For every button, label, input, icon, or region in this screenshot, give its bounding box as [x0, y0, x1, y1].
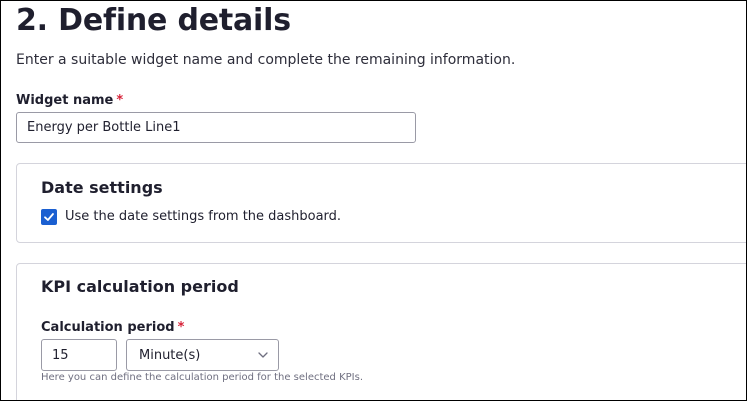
calculation-period-label: Calculation period * — [41, 320, 184, 335]
chevron-down-icon — [258, 352, 268, 358]
use-dashboard-dates-checkbox[interactable] — [41, 209, 57, 225]
calculation-period-label-text: Calculation period — [41, 320, 175, 335]
widget-name-input[interactable] — [16, 112, 416, 143]
page-subtitle: Enter a suitable widget name and complet… — [16, 52, 516, 68]
date-settings-title: Date settings — [41, 178, 163, 197]
widget-name-label: Widget name * — [16, 93, 123, 108]
define-details-step: 2. Define details Enter a suitable widge… — [0, 0, 747, 401]
date-settings-card: Date settings Use the date settings from… — [16, 163, 746, 243]
calculation-period-unit-select[interactable]: Minute(s) — [126, 339, 279, 371]
kpi-calculation-period-card: KPI calculation period Calculation perio… — [16, 263, 746, 400]
required-marker: * — [177, 320, 185, 335]
widget-name-label-text: Widget name — [16, 93, 114, 108]
page-title: 2. Define details — [16, 3, 291, 38]
kpi-period-title: KPI calculation period — [41, 277, 239, 296]
unit-select-value: Minute(s) — [139, 348, 201, 363]
required-marker: * — [116, 93, 124, 108]
use-dashboard-dates-label[interactable]: Use the date settings from the dashboard… — [65, 209, 341, 224]
checkmark-icon — [44, 213, 54, 221]
calculation-period-amount-input[interactable] — [41, 339, 117, 371]
calculation-period-helper-text: Here you can define the calculation peri… — [41, 372, 363, 383]
